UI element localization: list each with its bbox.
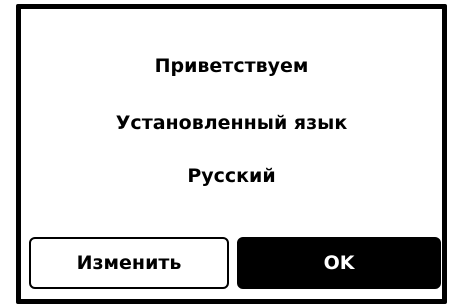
ok-button[interactable]: OK xyxy=(237,237,441,289)
installed-language-value: Русский xyxy=(187,165,276,187)
change-button[interactable]: Изменить xyxy=(29,237,229,289)
language-dialog: Приветствуем Установленный язык Русский … xyxy=(16,4,447,304)
welcome-title: Приветствуем xyxy=(154,55,309,77)
installed-language-label: Установленный язык xyxy=(115,112,348,134)
